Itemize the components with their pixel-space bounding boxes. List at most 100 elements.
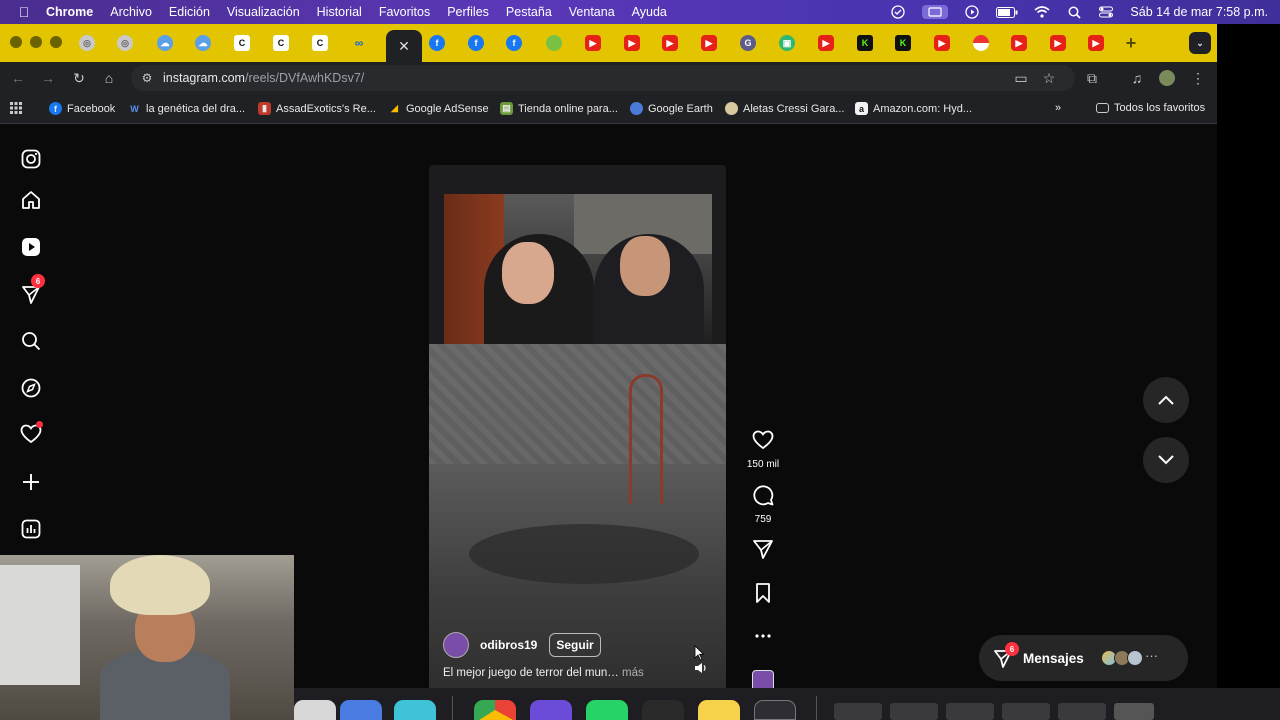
audio-cover-icon[interactable] bbox=[752, 670, 774, 688]
reload-icon[interactable]: ↻ bbox=[71, 70, 87, 86]
tab-green[interactable] bbox=[536, 30, 572, 56]
tab-cloud-2[interactable]: ☁ bbox=[185, 30, 221, 56]
notifications-heart-icon[interactable] bbox=[20, 421, 43, 445]
bookmark-adsense[interactable]: ◢ Google AdSense bbox=[388, 102, 489, 115]
site-info-icon[interactable]: ⚙ bbox=[139, 70, 155, 86]
tab-youtube-6[interactable]: ▶ bbox=[924, 30, 960, 56]
menu-visualizacion[interactable]: Visualización bbox=[227, 5, 300, 19]
tab-c-1[interactable]: C bbox=[224, 30, 260, 56]
tab-meta[interactable]: ∞ bbox=[341, 30, 377, 56]
menu-app-name[interactable]: Chrome bbox=[46, 5, 93, 19]
audio-thumbnail[interactable] bbox=[741, 670, 785, 688]
bookmark-facebook[interactable]: f Facebook bbox=[49, 102, 115, 115]
tab-youtube-8[interactable]: ▶ bbox=[1040, 30, 1076, 56]
comment-icon[interactable] bbox=[752, 484, 774, 506]
create-plus-icon[interactable] bbox=[20, 471, 42, 493]
reel-caption[interactable]: El mejor juego de terror del mun… más bbox=[443, 667, 644, 679]
more-dots-icon[interactable] bbox=[752, 625, 774, 647]
bookmarks-overflow-icon[interactable]: » bbox=[1055, 102, 1061, 114]
tab-app-2[interactable]: ▣ bbox=[769, 30, 805, 56]
dock-window-3[interactable] bbox=[946, 703, 994, 720]
next-reel-button[interactable] bbox=[1143, 437, 1189, 483]
minimize-window-button[interactable] bbox=[30, 36, 42, 48]
messages-nav-icon[interactable]: 6 bbox=[20, 274, 45, 305]
home-icon[interactable]: ⌂ bbox=[101, 70, 117, 86]
screen-mirror-icon[interactable] bbox=[922, 5, 949, 19]
dock-app-star[interactable] bbox=[530, 700, 572, 720]
share-action[interactable] bbox=[741, 538, 785, 565]
menu-ventana[interactable]: Ventana bbox=[569, 5, 615, 19]
reels-nav-icon[interactable] bbox=[20, 236, 42, 258]
more-options-action[interactable] bbox=[741, 625, 785, 652]
avatar[interactable] bbox=[443, 632, 469, 658]
zoom-window-button[interactable] bbox=[50, 36, 62, 48]
install-app-icon[interactable]: ▭ bbox=[1013, 70, 1029, 86]
tab-search-button[interactable]: ⌄ bbox=[1182, 30, 1217, 56]
messages-button[interactable]: 6 Mensajes ··· bbox=[979, 635, 1188, 681]
tab-youtube-5[interactable]: ▶ bbox=[808, 30, 844, 56]
tab-instagram-active[interactable]: ✕ bbox=[386, 30, 422, 62]
dock-app-launch[interactable] bbox=[394, 700, 436, 720]
more-link[interactable]: más bbox=[622, 667, 644, 679]
tab-chrome-2[interactable]: ◎ bbox=[107, 30, 143, 56]
tab-c-3[interactable]: C bbox=[302, 30, 338, 56]
dock-window-5[interactable] bbox=[1058, 703, 1106, 720]
save-action[interactable] bbox=[741, 582, 785, 609]
dock-app-whatsapp[interactable] bbox=[586, 700, 628, 720]
vpn-icon[interactable] bbox=[890, 5, 906, 19]
reel-username[interactable]: odibros19 bbox=[480, 638, 537, 652]
menu-archivo[interactable]: Archivo bbox=[110, 5, 152, 19]
previous-reel-button[interactable] bbox=[1143, 377, 1189, 423]
tab-facebook-2[interactable]: f bbox=[458, 30, 494, 56]
apple-icon[interactable]:  bbox=[16, 4, 32, 20]
bookmark-star-icon[interactable]: ☆ bbox=[1041, 70, 1057, 86]
dock-window-4[interactable] bbox=[1002, 703, 1050, 720]
home-nav-icon[interactable] bbox=[20, 189, 42, 211]
tab-facebook-3[interactable]: f bbox=[496, 30, 532, 56]
menu-perfiles[interactable]: Perfiles bbox=[447, 5, 489, 19]
extensions-icon[interactable]: ⧉ bbox=[1084, 70, 1100, 86]
bookmark-google-earth[interactable]: Google Earth bbox=[630, 102, 713, 115]
tab-chrome-1[interactable]: ◎ bbox=[69, 30, 105, 56]
like-action[interactable]: 150 mil bbox=[741, 429, 785, 470]
wifi-icon[interactable] bbox=[1034, 5, 1050, 19]
tab-kick-2[interactable]: K bbox=[885, 30, 921, 56]
bookmark-icon[interactable] bbox=[752, 582, 774, 604]
dock-app-notes[interactable] bbox=[698, 700, 740, 720]
back-icon[interactable]: ← bbox=[10, 70, 26, 86]
tab-youtube-1[interactable]: ▶ bbox=[575, 30, 611, 56]
url-text[interactable]: instagram.com/reels/DVfAwhKDsv7/ bbox=[163, 71, 364, 85]
dock-app-calendar[interactable] bbox=[340, 700, 382, 720]
dock-app-finder[interactable] bbox=[294, 700, 336, 720]
profile-avatar[interactable] bbox=[1159, 70, 1175, 86]
menu-favoritos[interactable]: Favoritos bbox=[379, 5, 430, 19]
control-center-icon[interactable] bbox=[1098, 5, 1114, 19]
tab-youtube-4[interactable]: ▶ bbox=[691, 30, 727, 56]
tab-youtube-9[interactable]: ▶ bbox=[1078, 30, 1114, 56]
media-controls-icon[interactable]: ♫ bbox=[1129, 70, 1145, 86]
forward-icon[interactable]: → bbox=[40, 70, 56, 86]
all-bookmarks-folder[interactable]: Todos los favoritos bbox=[1096, 102, 1205, 114]
explore-nav-icon[interactable] bbox=[20, 377, 42, 399]
tab-youtube-2[interactable]: ▶ bbox=[614, 30, 650, 56]
share-icon[interactable] bbox=[752, 538, 774, 560]
dock-window-1[interactable] bbox=[834, 703, 882, 720]
bookmark-assadexotics[interactable]: ▮ AssadExotics's Re... bbox=[258, 102, 376, 115]
tab-kick-1[interactable]: K bbox=[847, 30, 883, 56]
menubar-clock[interactable]: Sáb 14 de mar 7:58 p.m. bbox=[1130, 5, 1268, 19]
battery-icon[interactable] bbox=[996, 5, 1018, 19]
tab-app-1[interactable]: G bbox=[730, 30, 766, 56]
dock-window-2[interactable] bbox=[890, 703, 938, 720]
tab-youtube-3[interactable]: ▶ bbox=[652, 30, 688, 56]
heart-icon[interactable] bbox=[752, 429, 774, 451]
tab-pokeball[interactable] bbox=[963, 30, 999, 56]
menu-historial[interactable]: Historial bbox=[317, 5, 362, 19]
more-menu-icon[interactable]: ⋮ bbox=[1190, 70, 1206, 86]
menu-pestana[interactable]: Pestaña bbox=[506, 5, 552, 19]
dashboard-nav-icon[interactable] bbox=[20, 518, 42, 540]
new-tab-button[interactable]: + bbox=[1113, 30, 1149, 56]
menu-edicion[interactable]: Edición bbox=[169, 5, 210, 19]
reel-video[interactable]: odibros19 Seguir El mejor juego de terro… bbox=[429, 165, 726, 688]
search-nav-icon[interactable] bbox=[20, 330, 42, 352]
dock-app-obs[interactable] bbox=[754, 700, 796, 720]
